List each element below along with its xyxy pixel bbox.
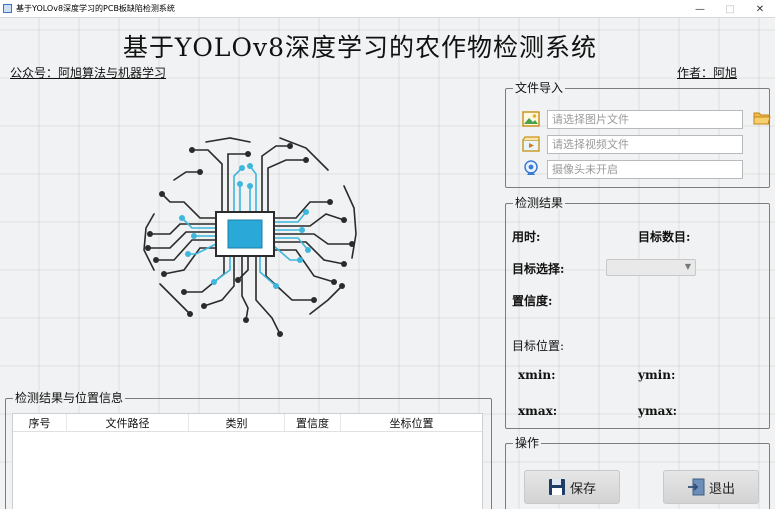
image-icon[interactable] <box>520 109 542 129</box>
exit-icon <box>687 478 705 496</box>
time-label: 用时: <box>512 230 541 244</box>
file-import-title: 文件导入 <box>513 81 566 95</box>
column-header-class[interactable]: 类别 <box>189 414 285 431</box>
xmin-label: xmin: <box>518 368 556 382</box>
results-groupbox: 检测结果与位置信息 序号 文件路径 类别 置信度 坐标位置 <box>5 391 492 509</box>
target-select-label: 目标选择: <box>512 262 565 276</box>
window-title: 基于YOLOv8深度学习的PCB板缺陷检测系统 <box>16 4 175 13</box>
results-table[interactable]: 序号 文件路径 类别 置信度 坐标位置 <box>12 413 483 509</box>
table-header: 序号 文件路径 类别 置信度 坐标位置 <box>13 414 482 432</box>
maximize-button[interactable]: □ <box>715 0 745 18</box>
close-button[interactable]: ✕ <box>745 0 775 18</box>
camera-icon[interactable] <box>520 159 542 179</box>
window-titlebar: 基于YOLOv8深度学习的PCB板缺陷检测系统 — □ ✕ <box>0 0 775 18</box>
exit-button-label: 退出 <box>708 481 735 497</box>
video-path-input[interactable]: 请选择视频文件 <box>547 134 743 154</box>
author-label: 作者：阿旭 <box>676 66 737 80</box>
detection-result-title: 检测结果 <box>513 196 566 210</box>
page-title: 基于YOLOv8深度学习的农作物检测系统 <box>122 33 598 62</box>
file-import-groupbox: 文件导入 请选择图片文件 请选择视频文件 摄像头未开启 <box>505 81 771 188</box>
column-header-confidence[interactable]: 置信度 <box>285 414 341 431</box>
image-path-input[interactable]: 请选择图片文件 <box>547 109 743 129</box>
image-import-row: 请选择图片文件 <box>520 109 743 129</box>
ymax-label: ymax: <box>638 404 678 418</box>
save-button[interactable]: 保存 <box>524 470 620 504</box>
save-button-label: 保存 <box>569 481 596 497</box>
target-count-label: 目标数目: <box>638 230 691 244</box>
video-import-row: 请选择视频文件 <box>520 134 743 154</box>
save-icon <box>548 479 565 495</box>
target-position-label: 目标位置: <box>512 339 565 353</box>
confidence-label: 置信度: <box>512 294 553 308</box>
exit-button[interactable]: 退出 <box>663 470 759 504</box>
column-header-index[interactable]: 序号 <box>13 414 67 431</box>
detection-result-groupbox: 检测结果 用时: 目标数目: 目标选择: ▼ 置信度: 目标位置: xmin: … <box>505 196 770 429</box>
camera-status-input[interactable]: 摄像头未开启 <box>547 159 743 179</box>
app-icon <box>3 4 12 13</box>
ymin-label: ymin: <box>638 368 676 382</box>
operation-title: 操作 <box>513 436 542 450</box>
account-label: 公众号：阿旭算法与机器学习 <box>10 66 167 80</box>
column-header-coordinates[interactable]: 坐标位置 <box>341 414 482 431</box>
brain-circuit-icon <box>143 137 357 337</box>
target-select-dropdown[interactable]: ▼ <box>606 259 696 276</box>
column-header-file-path[interactable]: 文件路径 <box>67 414 189 431</box>
image-display-area <box>5 82 495 386</box>
xmax-label: xmax: <box>518 404 558 418</box>
video-icon[interactable] <box>520 134 542 154</box>
folder-open-icon[interactable] <box>753 110 771 126</box>
minimize-button[interactable]: — <box>685 0 715 18</box>
camera-row: 摄像头未开启 <box>520 159 743 179</box>
chevron-down-icon: ▼ <box>684 262 691 271</box>
results-group-title: 检测结果与位置信息 <box>13 391 126 405</box>
operation-groupbox: 操作 保存 退出 <box>505 436 770 509</box>
